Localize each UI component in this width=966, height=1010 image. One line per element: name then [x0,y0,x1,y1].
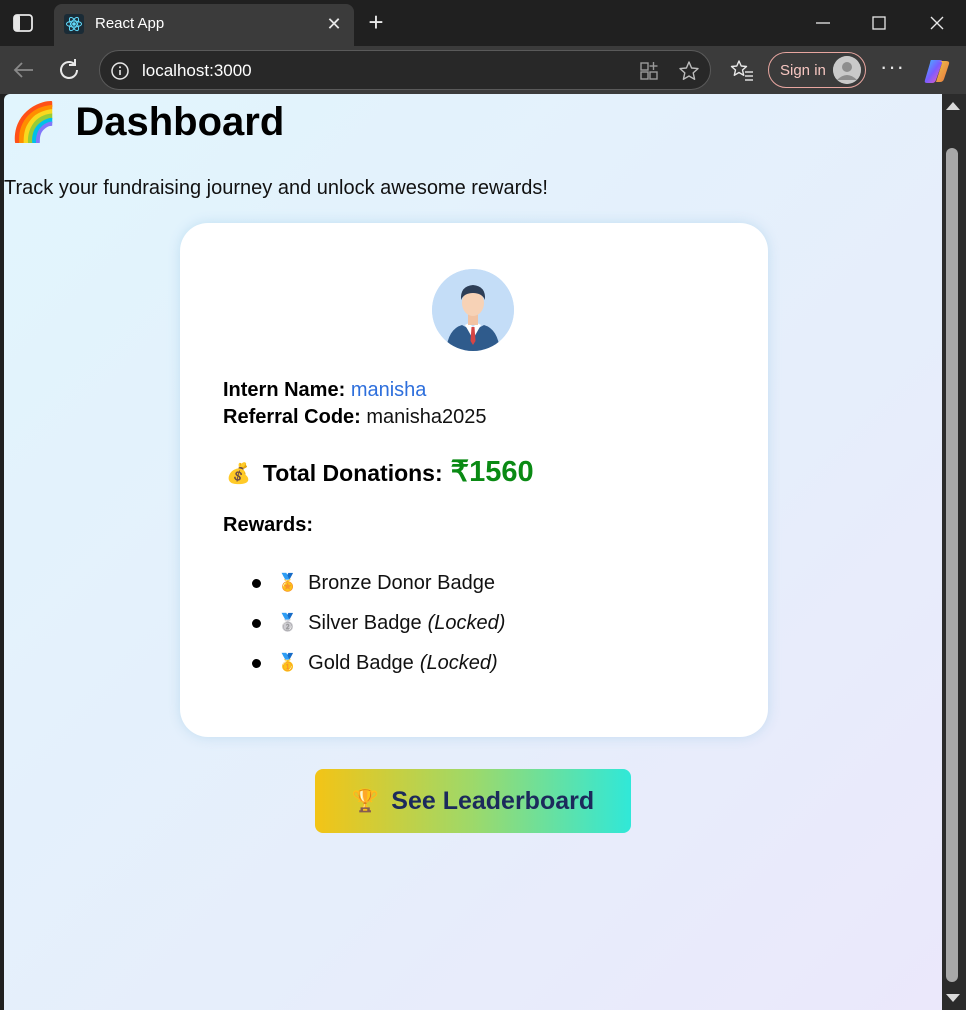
reward-name: Silver Badge [308,611,422,634]
rewards-heading: Rewards: [223,514,314,536]
intern-name-label: Intern Name: [223,379,346,401]
reload-icon[interactable] [55,56,83,84]
referral-code-value: manisha2025 [366,406,487,428]
copilot-icon[interactable] [922,56,952,86]
list-bullet [252,578,261,588]
gold-medal-icon: 🥇 [277,653,299,672]
url-text[interactable]: localhost:3000 [142,61,252,81]
vertical-scrollbar[interactable] [942,94,966,1010]
total-donations: 💰 Total Donations: ₹1560 [226,456,534,491]
reward-item-silver: 🥈 Silver Badge (Locked) [252,603,505,643]
see-leaderboard-label: See Leaderboard [391,786,595,815]
total-donations-amount: ₹1560 [450,456,534,488]
reward-name: Gold Badge [308,651,414,674]
referral-code-label: Referral Code: [223,406,361,428]
address-bar[interactable]: localhost:3000 [99,50,711,90]
back-arrow-icon[interactable] [10,56,38,84]
profile-avatar-icon [833,56,861,84]
page-title-text: Dashboard [75,100,285,144]
tab-close-icon[interactable]: ✕ [324,14,344,34]
total-donations-label: Total Donations: [262,460,443,486]
intern-name-value: manisha [350,379,427,401]
sidebar-toggle-icon[interactable] [12,12,34,34]
react-logo-icon [64,14,84,34]
page-subtitle: Track your fundraising journey and unloc… [4,177,548,199]
reward-name: Bronze Donor Badge [308,571,495,594]
scrollbar-thumb[interactable] [946,148,958,982]
scroll-up-arrow-icon[interactable] [946,102,960,110]
browser-toolbar: localhost:3000 Sign in ··· [0,46,966,94]
trophy-icon: 🏆 [351,788,380,813]
bronze-medal-icon: 🏅 [277,573,299,592]
reward-item-gold: 🥇 Gold Badge (Locked) [252,643,505,683]
new-tab-icon[interactable]: + [364,9,388,35]
scroll-down-arrow-icon[interactable] [946,994,960,1002]
reward-status-locked: (Locked) [419,651,498,674]
silver-medal-icon: 🥈 [277,613,299,632]
intern-card: Intern Name: manisha Referral Code: mani… [180,223,768,737]
list-bullet [252,658,261,668]
tab-title: React App [95,15,165,32]
list-bullet [252,618,261,628]
favorites-icon[interactable] [730,59,754,83]
browser-tab[interactable]: React App ✕ [54,4,354,46]
app-available-icon[interactable] [638,60,660,82]
page-title: 🌈 Dashboard [10,100,284,145]
browser-titlebar: React App ✕ + [0,0,966,46]
maximize-icon[interactable] [864,8,894,38]
money-bag-icon: 💰 [226,463,251,485]
close-window-icon[interactable] [922,8,952,38]
sign-in-button[interactable]: Sign in [768,52,866,88]
page-viewport: 🌈 Dashboard Track your fundraising journ… [4,94,942,1010]
sign-in-label: Sign in [780,62,826,79]
referral-code-row: Referral Code: manisha2025 [223,406,486,429]
see-leaderboard-button[interactable]: 🏆 See Leaderboard [315,769,631,833]
reward-item-bronze: 🏅 Bronze Donor Badge [252,563,505,603]
intern-avatar-icon [432,269,514,351]
favorite-star-icon[interactable] [678,60,700,82]
rainbow-icon: 🌈 [10,101,58,144]
site-info-icon[interactable] [110,61,130,81]
rewards-list: 🏅 Bronze Donor Badge 🥈 Silver Badge (Loc… [252,563,505,683]
minimize-icon[interactable] [808,8,838,38]
more-options-icon[interactable]: ··· [880,56,904,82]
intern-name-row: Intern Name: manisha [223,379,426,402]
reward-status-locked: (Locked) [427,611,506,634]
